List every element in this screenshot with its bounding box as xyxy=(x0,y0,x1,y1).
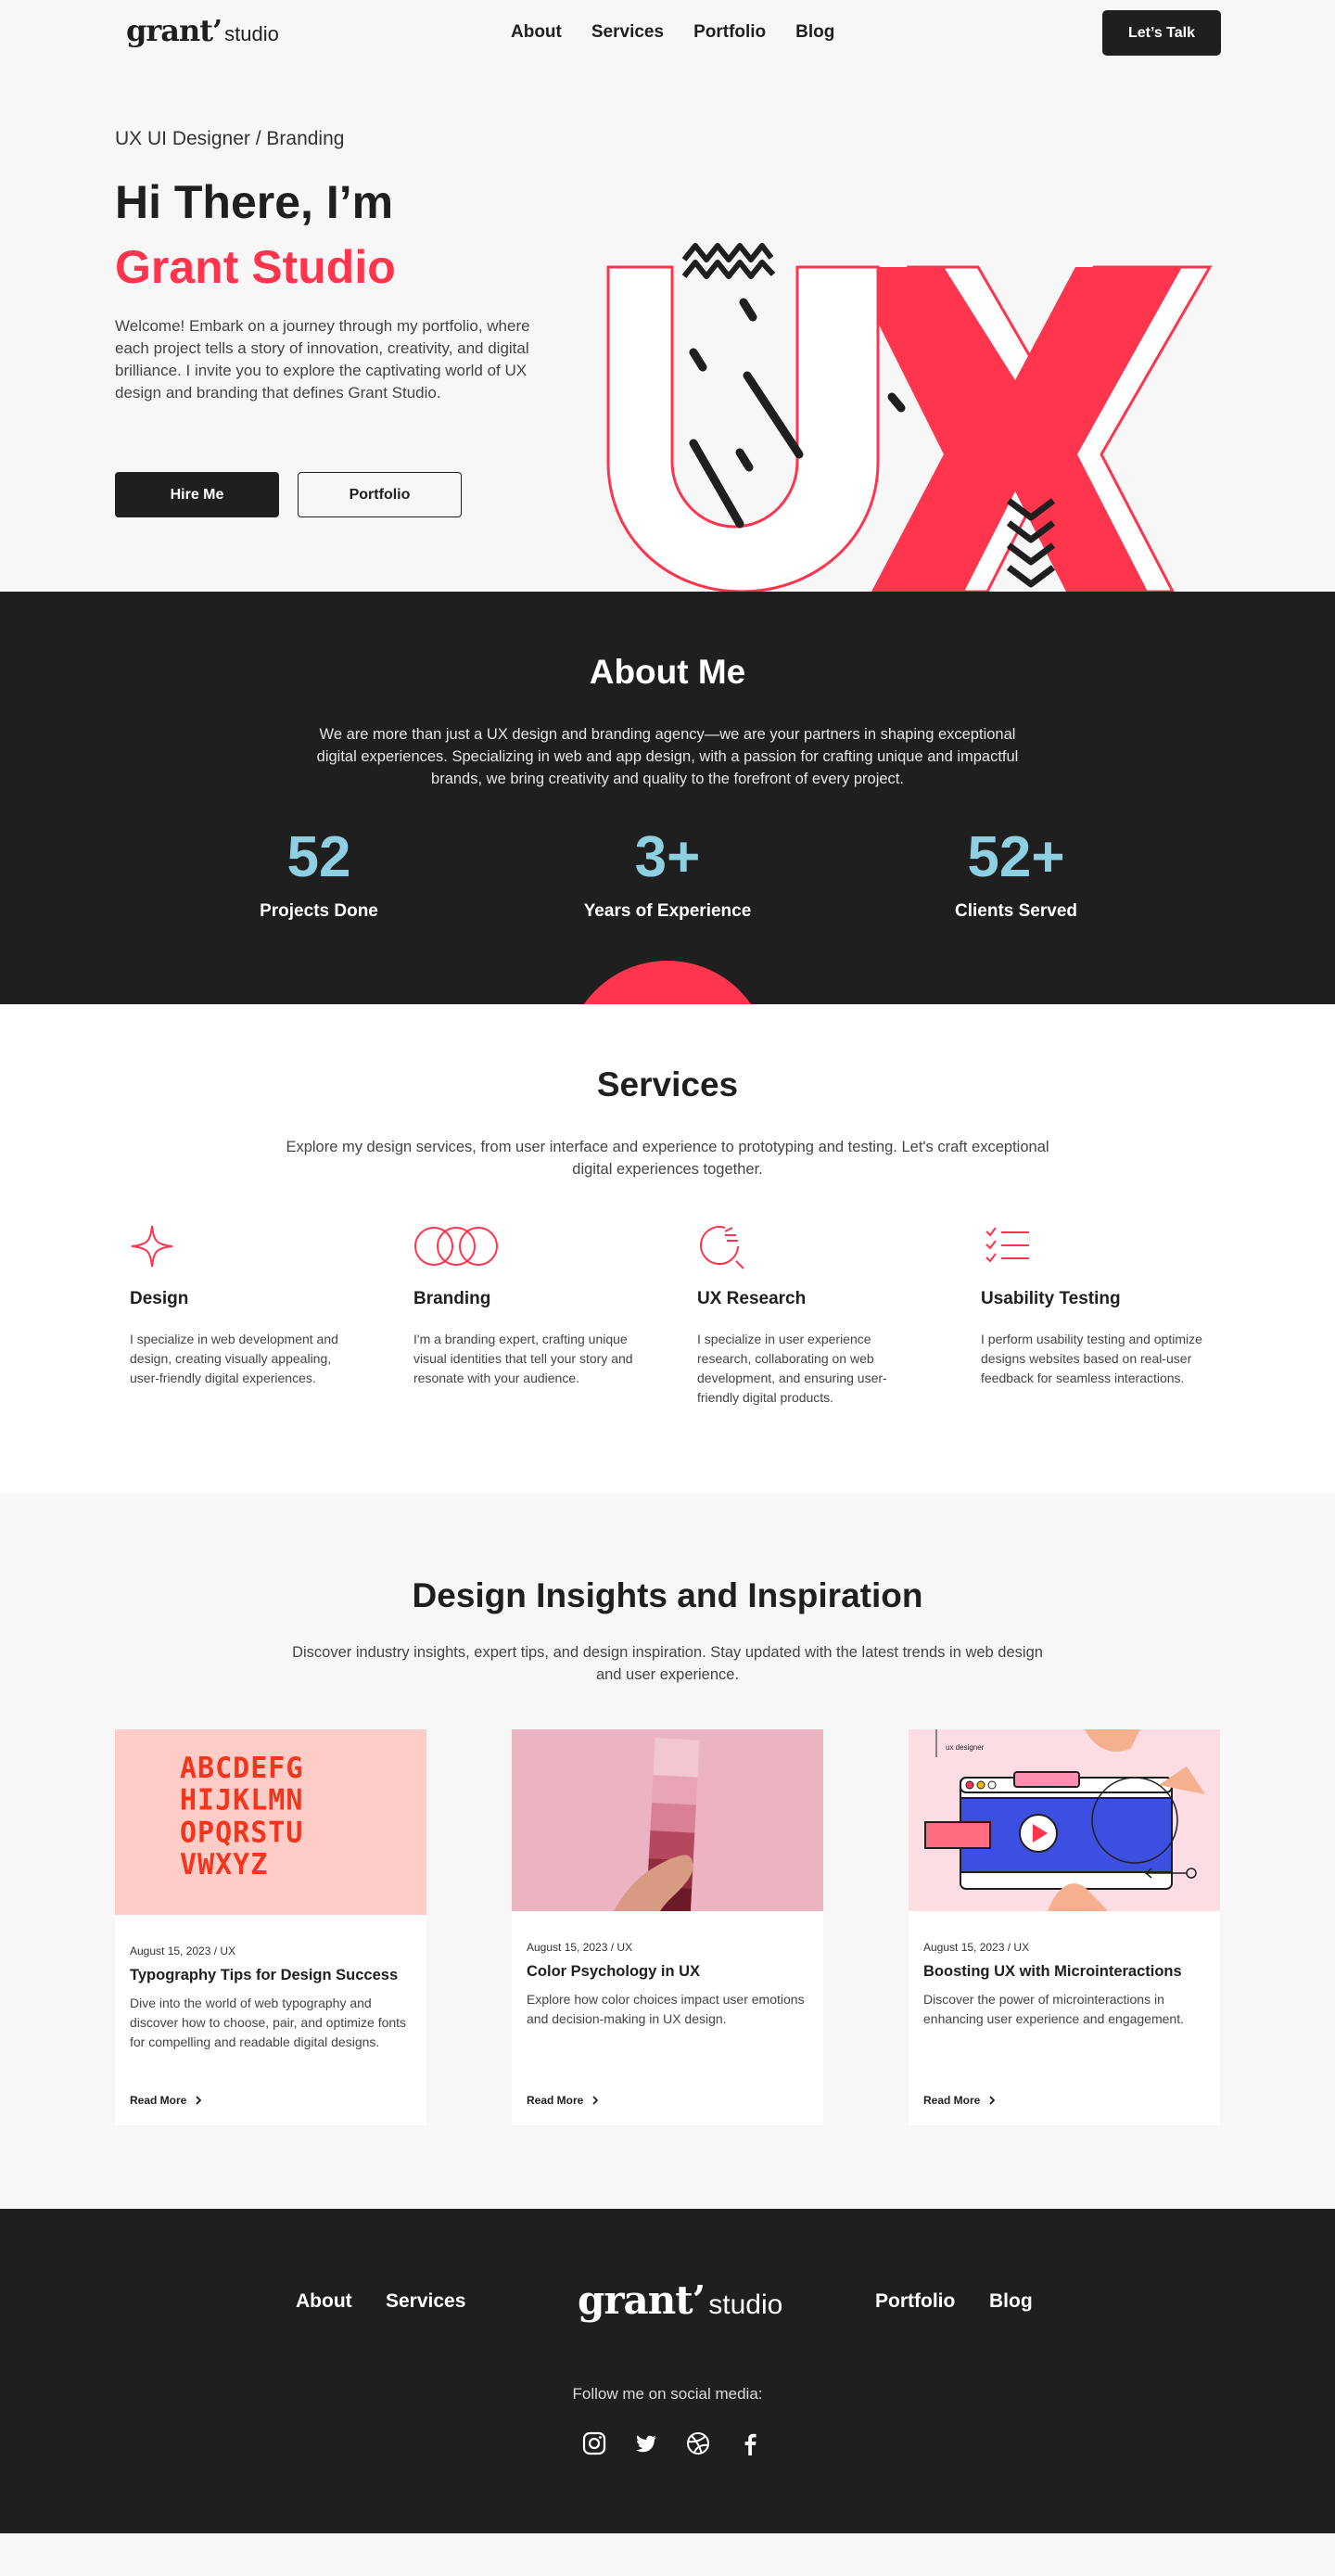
nav-about[interactable]: About xyxy=(511,22,562,43)
logo-sub: studio xyxy=(224,22,279,45)
page: grant’ studio About Services Portfolio B… xyxy=(0,0,1335,2576)
card-date: August 15, 2023 / UX xyxy=(923,1941,1030,1954)
decorative-circle xyxy=(566,961,769,1004)
service-title: UX Research xyxy=(697,1289,807,1308)
typography-image: ABCDEFG HIJKLMN OPQRSTU VWXYZ xyxy=(115,1729,426,1915)
footer-link-about[interactable]: About xyxy=(296,2290,352,2313)
stat-experience: 3+ Years of Experience xyxy=(528,827,807,922)
services-section: Services Explore my design services, fro… xyxy=(0,1004,1335,1493)
service-branding: Branding I'm a branding expert, crafting… xyxy=(413,1220,636,1388)
facebook-icon[interactable] xyxy=(738,2431,764,2457)
blog-card[interactable]: August 15, 2023 / UX Color Psychology in… xyxy=(512,1729,823,2125)
top-nav: grant’ studio About Services Portfolio B… xyxy=(0,0,1335,67)
stat-projects: 52 Projects Done xyxy=(180,827,458,922)
ui-illustration: ux designer xyxy=(924,1729,1205,1911)
read-more-label: Read More xyxy=(923,2094,981,2107)
lets-talk-button[interactable]: Let’s Talk xyxy=(1102,10,1221,56)
nav-portfolio[interactable]: Portfolio xyxy=(693,22,766,43)
read-more-label: Read More xyxy=(130,2094,187,2107)
instagram-icon[interactable] xyxy=(582,2431,608,2457)
swatch-hand-graphic xyxy=(614,1738,700,1911)
hero-name: Grant Studio xyxy=(115,241,396,293)
read-more-label: Read More xyxy=(527,2094,584,2107)
chevron-right-icon xyxy=(592,2096,599,2105)
stat-label: Clients Served xyxy=(955,901,1077,921)
stat-label: Years of Experience xyxy=(583,901,752,921)
about-paragraph: We are more than just a UX design and br… xyxy=(316,726,1019,787)
nav-services[interactable]: Services xyxy=(591,22,664,43)
service-title: Design xyxy=(130,1289,189,1308)
dribbble-icon[interactable] xyxy=(686,2431,712,2457)
color-swatch-image xyxy=(512,1729,823,1911)
checklist-icon xyxy=(985,1227,1029,1263)
twitter-icon[interactable] xyxy=(634,2431,660,2457)
rings-icon xyxy=(414,1227,498,1266)
stat-value: 52+ xyxy=(967,825,1065,889)
service-title: Usability Testing xyxy=(981,1289,1121,1308)
card-title: Color Psychology in UX xyxy=(527,1963,701,1980)
card-title: Boosting UX with Microinteractions xyxy=(923,1963,1182,1980)
logo-main: grant’ xyxy=(578,2277,706,2323)
nav-blog[interactable]: Blog xyxy=(795,22,834,43)
chevron-right-icon xyxy=(196,2096,202,2105)
hero-heading: Hi There, I’m xyxy=(115,176,394,228)
card-date: August 15, 2023 / UX xyxy=(527,1941,633,1954)
sparkle-icon xyxy=(131,1225,173,1268)
svg-text:ux designer: ux designer xyxy=(946,1743,985,1752)
service-text: I specialize in web development and desi… xyxy=(130,1332,338,1385)
service-text: I specialize in user experience research… xyxy=(697,1332,887,1405)
card-text: Dive into the world of web typography an… xyxy=(130,1996,407,2049)
logo-sub: studio xyxy=(708,2289,783,2320)
hero-subtitle: UX UI Designer / Branding xyxy=(115,128,345,149)
footer-logo[interactable]: grant’ studio xyxy=(578,2277,782,2323)
card-text: Discover the power of microinteractions … xyxy=(923,1992,1184,2026)
services-title: Services xyxy=(596,1065,739,1103)
portfolio-button[interactable]: Portfolio xyxy=(298,472,462,517)
hero-paragraph: Welcome! Embark on a journey through my … xyxy=(115,317,530,402)
card-text: Explore how color choices impact user em… xyxy=(527,1992,805,2026)
alphabet-graphic: ABCDEFG HIJKLMN OPQRSTU VWXYZ xyxy=(180,1751,304,1882)
microinteraction-image: ux designer xyxy=(909,1729,1220,1911)
stat-value: 3+ xyxy=(634,825,701,889)
service-ux-research: UX Research I specialize in user experie… xyxy=(697,1220,920,1408)
stat-clients: 52+ Clients Served xyxy=(877,827,1155,922)
stat-value: 52 xyxy=(286,825,351,889)
insights-title: Design Insights and Inspiration xyxy=(412,1576,923,1614)
social-links xyxy=(582,2431,764,2457)
service-design: Design I specialize in web development a… xyxy=(130,1220,352,1388)
read-more-link[interactable]: Read More xyxy=(923,2094,997,2107)
about-section: About Me We are more than just a UX desi… xyxy=(0,592,1335,1004)
follow-text: Follow me on social media: xyxy=(572,2385,763,2403)
about-title: About Me xyxy=(589,653,746,691)
blog-card[interactable]: ABCDEFG HIJKLMN OPQRSTU VWXYZ August 15,… xyxy=(115,1729,426,2125)
service-usability-testing: Usability Testing I perform usability te… xyxy=(981,1220,1203,1388)
footer-link-blog[interactable]: Blog xyxy=(989,2290,1033,2313)
research-icon xyxy=(700,1226,744,1269)
read-more-link[interactable]: Read More xyxy=(130,2094,203,2107)
read-more-link[interactable]: Read More xyxy=(527,2094,600,2107)
service-text: I perform usability testing and optimize… xyxy=(981,1332,1202,1385)
service-title: Branding xyxy=(413,1289,491,1308)
services-intro: Explore my design services, from user in… xyxy=(286,1139,1049,1178)
footer-link-portfolio[interactable]: Portfolio xyxy=(875,2290,955,2313)
chevron-right-icon xyxy=(989,2096,996,2105)
footer: About Services grant’ studio Portfolio B… xyxy=(0,2209,1335,2533)
ux-illustration xyxy=(606,243,1213,592)
service-text: I'm a branding expert, crafting unique v… xyxy=(413,1332,633,1385)
insights-intro: Discover industry insights, expert tips,… xyxy=(292,1644,1043,1683)
stat-label: Projects Done xyxy=(260,901,378,921)
nav-links: About Services Portfolio Blog xyxy=(511,22,834,43)
brand-logo[interactable]: grant’ studio xyxy=(126,13,279,48)
footer-link-services[interactable]: Services xyxy=(386,2290,465,2313)
card-date: August 15, 2023 / UX xyxy=(130,1945,236,1958)
blog-card[interactable]: ux designer August 15, 2023 / UX Boostin… xyxy=(909,1729,1220,2125)
hire-me-button[interactable]: Hire Me xyxy=(115,472,279,517)
card-title: Typography Tips for Design Success xyxy=(130,1967,399,1983)
logo-main: grant’ xyxy=(126,13,222,48)
